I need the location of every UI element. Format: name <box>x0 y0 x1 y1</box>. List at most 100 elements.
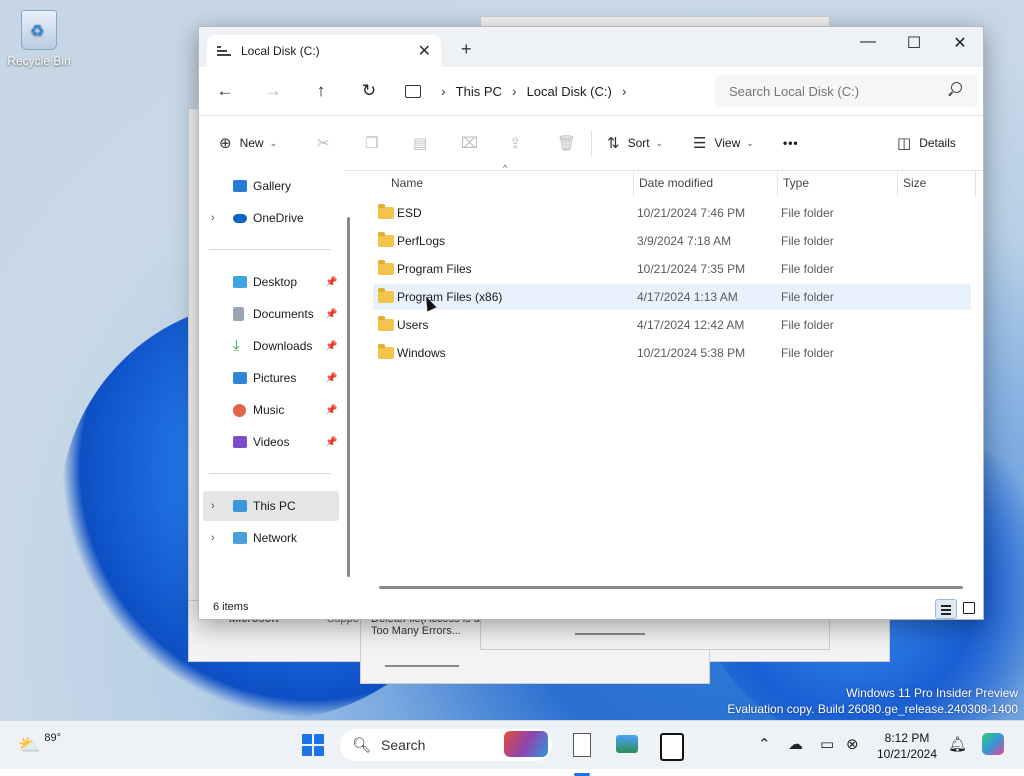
pin-icon[interactable]: 📌 <box>325 309 337 320</box>
address-bar[interactable]: › This PC › Local Disk (C:) › <box>405 75 705 107</box>
taskbar-app[interactable] <box>612 729 644 761</box>
file-row[interactable]: Windows 10/21/2024 5:38 PM File folder <box>373 340 971 366</box>
nav-item-gallery[interactable]: Gallery <box>199 171 341 201</box>
breadcrumb-separator[interactable]: › <box>622 83 627 99</box>
file-row[interactable]: Program Files (x86) 4/17/2024 1:13 AM Fi… <box>373 284 971 310</box>
divider <box>591 130 592 156</box>
pin-icon[interactable]: 📌 <box>325 373 337 384</box>
scissors-icon: ✂ <box>317 135 330 152</box>
cylinder-app-icon <box>660 733 684 761</box>
up-button[interactable]: ↑ <box>309 79 333 103</box>
pin-icon[interactable]: 📌 <box>325 277 337 288</box>
nav-item-network[interactable]: › Network <box>199 523 341 553</box>
nav-label: Desktop <box>253 275 298 289</box>
file-date: 10/21/2024 7:46 PM <box>637 206 746 220</box>
nav-label: Documents <box>253 307 314 321</box>
cut-button[interactable]: ✂ <box>317 130 338 156</box>
pin-icon[interactable]: 📌 <box>325 341 337 352</box>
nav-item-music[interactable]: Music 📌 <box>199 395 341 425</box>
sort-button[interactable]: ⇅ Sort ⌄ <box>607 130 663 156</box>
file-name: PerfLogs <box>397 234 446 248</box>
details-button[interactable]: ◫ Details <box>897 130 956 156</box>
search-icon[interactable] <box>951 82 962 93</box>
file-date: 3/9/2024 7:18 AM <box>637 234 732 248</box>
notification-bell-icon[interactable]: 🔔︎ <box>948 735 967 753</box>
tab-local-disk[interactable]: Local Disk (C:) ✕ <box>207 35 441 67</box>
network-icon <box>233 532 247 544</box>
column-divider[interactable] <box>975 171 976 197</box>
file-date: 4/17/2024 12:42 AM <box>637 318 745 332</box>
weather-widget[interactable]: ⛅ 89° <box>18 721 61 769</box>
document-icon <box>573 733 591 757</box>
copy-button[interactable]: ❐ <box>365 130 386 156</box>
sort-ascending-icon: ^ <box>503 163 508 173</box>
nav-item-this-pc[interactable]: › This PC <box>203 491 339 521</box>
details-view-button[interactable] <box>935 599 957 619</box>
new-button[interactable]: ⊕ New ⌄ <box>219 130 277 156</box>
display-icon[interactable]: ▭ <box>820 735 834 753</box>
details-pane-icon: ◫ <box>897 135 912 152</box>
pictures-icon <box>233 372 247 384</box>
title-bar[interactable]: Local Disk (C:) ✕ + — ☐ ✕ <box>199 27 983 67</box>
nav-item-onedrive[interactable]: › OneDrive <box>199 203 341 233</box>
nav-item-desktop[interactable]: Desktop 📌 <box>199 267 341 297</box>
column-header-date[interactable]: Date modified <box>639 169 713 197</box>
chevron-right-icon[interactable]: › <box>211 212 215 224</box>
system-clock[interactable]: 8:12 PM 10/21/2024 <box>876 730 938 762</box>
file-list-scrollbar[interactable] <box>379 586 963 589</box>
search-icon: 🔍︎ <box>352 737 372 754</box>
start-button[interactable] <box>302 721 324 769</box>
rename-button[interactable]: ⌧ <box>461 130 486 156</box>
nav-item-videos[interactable]: Videos 📌 <box>199 427 341 457</box>
large-icons-view-button[interactable] <box>959 599 979 617</box>
file-row[interactable]: Users 4/17/2024 12:42 AM File folder <box>373 312 971 338</box>
navpane-scrollbar[interactable] <box>347 217 350 577</box>
column-divider[interactable] <box>633 171 634 197</box>
copilot-icon[interactable] <box>982 733 1004 755</box>
file-row[interactable]: ESD 10/21/2024 7:46 PM File folder <box>373 200 971 226</box>
desktop-icon <box>233 276 247 288</box>
maximize-button[interactable]: ☐ <box>891 33 937 53</box>
breadcrumb-local-disk[interactable]: Local Disk (C:) <box>527 84 612 99</box>
back-button[interactable]: ← <box>213 79 237 103</box>
taskbar-app[interactable] <box>654 729 686 761</box>
volume-muted-icon[interactable]: ⊗ <box>846 735 859 753</box>
taskbar-app-file-explorer[interactable] <box>566 729 598 776</box>
nav-item-downloads[interactable]: ⤓ Downloads 📌 <box>199 331 341 361</box>
windows-logo-icon <box>302 734 324 756</box>
file-row[interactable]: PerfLogs 3/9/2024 7:18 AM File folder <box>373 228 971 254</box>
share-button[interactable]: ⇪ <box>509 130 530 156</box>
recycle-bin-shortcut[interactable]: ♻ Recycle Bin <box>6 10 72 68</box>
delete-button[interactable]: 🗑 <box>557 130 584 156</box>
column-divider[interactable] <box>777 171 778 197</box>
file-type: File folder <box>781 262 834 276</box>
file-row[interactable]: Program Files 10/21/2024 7:35 PM File fo… <box>373 256 971 282</box>
view-button[interactable]: ☰ View ⌄ <box>693 130 754 156</box>
column-header-name[interactable]: Name <box>391 169 423 197</box>
pin-icon[interactable]: 📌 <box>325 405 337 416</box>
minimize-button[interactable]: — <box>845 33 891 51</box>
close-button[interactable]: ✕ <box>937 33 983 53</box>
chevron-right-icon[interactable]: › <box>211 500 215 512</box>
refresh-button[interactable]: ↻ <box>357 79 381 103</box>
close-tab-icon[interactable]: ✕ <box>418 41 431 61</box>
nav-label: Gallery <box>253 179 292 193</box>
column-header-size[interactable]: Size <box>903 169 926 197</box>
breadcrumb-this-pc[interactable]: This PC <box>456 84 502 99</box>
forward-button[interactable]: → <box>261 79 285 103</box>
paste-button[interactable]: ▤ <box>413 130 435 156</box>
network-offline-icon[interactable]: ☁ <box>788 735 803 753</box>
nav-item-pictures[interactable]: Pictures 📌 <box>199 363 341 393</box>
column-divider[interactable] <box>897 171 898 197</box>
folder-icon <box>378 260 394 275</box>
taskbar-search-box[interactable]: 🔍︎ Search <box>340 729 552 761</box>
show-hidden-icons-chevron-up-icon[interactable]: ⌃ <box>758 735 771 753</box>
column-header-type[interactable]: Type <box>783 169 809 197</box>
search-input[interactable] <box>715 75 977 107</box>
chevron-right-icon[interactable]: › <box>211 532 215 544</box>
more-options-button[interactable]: ••• <box>783 130 799 156</box>
pin-icon[interactable]: 📌 <box>325 437 337 448</box>
new-tab-button[interactable]: + <box>461 39 472 60</box>
nav-item-documents[interactable]: Documents 📌 <box>199 299 341 329</box>
computer-icon <box>233 500 247 512</box>
